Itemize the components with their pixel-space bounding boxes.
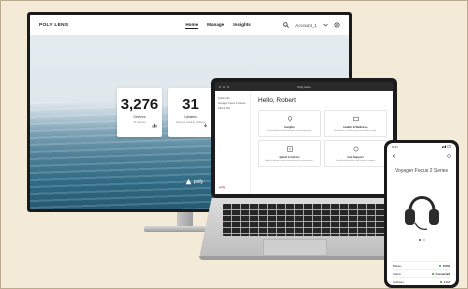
device-title: Voyager Focus 2 Series xyxy=(394,168,449,174)
updates-stat-card[interactable]: 31 Updates Devices needing updates xyxy=(168,88,213,137)
card-desc: Adjust volume, mute and settings for you… xyxy=(265,160,314,162)
detail-label: Battery xyxy=(393,263,402,268)
laptop-front-edge xyxy=(199,256,411,260)
devices-stat-card[interactable]: 3,276 Devices All devices xyxy=(117,88,162,137)
controls-icon xyxy=(286,146,293,152)
detail-value: 100% xyxy=(442,263,450,268)
support-card[interactable]: Get Support Troubleshooting tips and con… xyxy=(324,140,387,167)
card-title: Insights xyxy=(284,125,295,129)
nav-insights[interactable]: Insights xyxy=(233,22,251,29)
card-title: Health & Wellness xyxy=(343,125,368,129)
status-dot xyxy=(432,272,435,275)
greeting: Hello, Robert xyxy=(258,97,296,104)
window-controls[interactable] xyxy=(219,85,229,88)
window-title: Poly Lens xyxy=(297,84,311,89)
detail-row: Software 1.0.2 xyxy=(393,277,450,285)
poly-logo: poly xyxy=(219,185,226,189)
status-dot xyxy=(439,264,442,267)
device-details: Battery 100% Status Connected Software 1… xyxy=(387,261,456,285)
nav-home[interactable]: Home xyxy=(185,22,199,29)
card-title: Quick Controls xyxy=(279,155,300,159)
nav-right: Account_1 xyxy=(283,22,340,28)
insights-card[interactable]: Insights Personalize headset insights an… xyxy=(258,110,321,137)
account-name[interactable]: Account_1 xyxy=(295,23,317,28)
nav-manage[interactable]: Manage xyxy=(207,22,224,29)
card-title: Get Support xyxy=(347,155,364,159)
detail-row: Battery 100% xyxy=(393,261,450,269)
laptop-main: Hello, Robert Insights Personalize heads… xyxy=(252,91,393,194)
updates-count: 31 xyxy=(182,96,199,113)
feature-cards: Insights Personalize headset insights an… xyxy=(258,110,387,167)
laptop-sidebar: Quick Info Voyager Focus 2 Series Add & … xyxy=(215,91,251,194)
laptop-titlebar: Poly Lens xyxy=(215,82,393,91)
laptop-lid: Poly Lens Quick Info Voyager Focus 2 Ser… xyxy=(211,78,397,198)
phone-screen: 9:41 Voyager Focus 2 Series Battery 100%… xyxy=(387,143,456,285)
controls-card[interactable]: Quick Controls Adjust volume, mute and s… xyxy=(258,140,321,167)
card-desc: Personalize headset insights and meeting… xyxy=(266,130,313,132)
app-logo: POLY LENS xyxy=(39,22,69,28)
status-time: 9:41 xyxy=(392,145,398,149)
smartphone: 9:41 Voyager Focus 2 Series Battery 100%… xyxy=(384,140,459,288)
card-desc: Troubleshooting tips and contact support… xyxy=(335,160,376,162)
wellness-card[interactable]: Health & Wellness Reminders, soundscapes… xyxy=(324,110,387,137)
trackpad xyxy=(263,239,327,256)
sidebar-item-device[interactable]: Voyager Focus 2 Series xyxy=(218,102,247,105)
sidebar-item-quick-info[interactable]: Quick Info xyxy=(218,97,247,100)
phone-status-bar: 9:41 xyxy=(387,143,456,151)
support-icon xyxy=(353,146,358,152)
headset-image xyxy=(403,185,441,236)
card-desc: Reminders, soundscapes and wellness tips… xyxy=(334,130,377,132)
laptop-screen: Poly Lens Quick Info Voyager Focus 2 Ser… xyxy=(215,82,393,194)
detail-row: Status Connected xyxy=(393,269,450,277)
settings-icon[interactable] xyxy=(447,154,451,159)
download-icon xyxy=(203,115,208,133)
carousel-dots[interactable] xyxy=(387,239,456,241)
devices-icon xyxy=(352,116,359,122)
phone-nav xyxy=(387,154,456,159)
detail-label: Status xyxy=(393,271,401,276)
settings-icon[interactable] xyxy=(334,22,340,28)
search-icon[interactable] xyxy=(283,22,290,28)
poly-watermark: poly xyxy=(185,178,203,185)
keyboard xyxy=(223,204,387,236)
detail-label: Software xyxy=(393,279,405,284)
nav-links: Home Manage Insights xyxy=(185,22,251,29)
chevron-down-icon[interactable] xyxy=(323,23,328,27)
sidebar-item-add[interactable]: Add & Tell xyxy=(218,107,247,110)
chart-icon xyxy=(152,115,157,133)
detail-value: 1.0.2 xyxy=(443,279,450,284)
status-dot xyxy=(440,280,443,283)
brand-text: poly xyxy=(194,178,204,185)
detail-value: Connected xyxy=(435,271,450,276)
signal-icon xyxy=(442,145,451,149)
back-icon[interactable] xyxy=(392,154,396,159)
devices-count: 3,276 xyxy=(120,96,159,113)
poly-logo-icon xyxy=(185,178,192,185)
top-nav: POLY LENS Home Manage Insights Account_1 xyxy=(30,15,349,35)
lightbulb-icon xyxy=(287,116,292,122)
